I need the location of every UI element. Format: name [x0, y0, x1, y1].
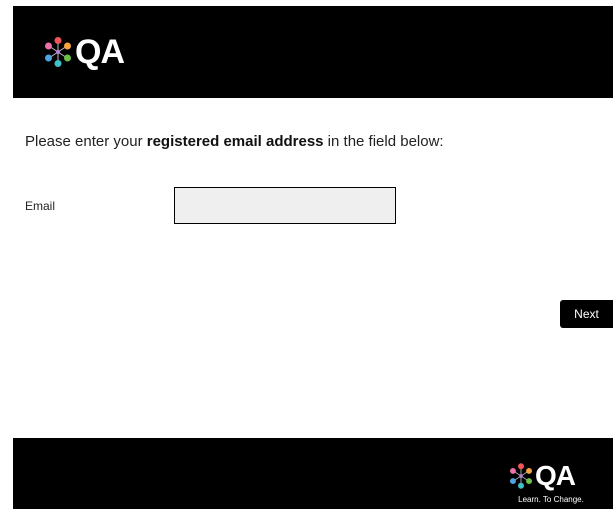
footer-bar: QA Learn. To Change.: [13, 438, 613, 509]
header-logo-text: QA: [75, 33, 125, 71]
header-bar: QA: [13, 6, 613, 98]
instruction-prefix: Please enter your: [25, 133, 147, 150]
email-label: Email: [25, 199, 56, 213]
email-field[interactable]: [174, 187, 396, 224]
qa-dots-logo-icon: [510, 463, 532, 489]
header-logo: QA: [45, 33, 125, 71]
footer-logo: QA: [510, 460, 576, 491]
instruction-text: Please enter your registered email addre…: [25, 133, 444, 150]
page: QA Please enter your registered email ad…: [0, 0, 613, 509]
footer-logo-text: QA: [535, 460, 576, 491]
footer-tagline: Learn. To Change.: [518, 495, 584, 504]
next-button[interactable]: Next: [560, 300, 613, 328]
instruction-emphasis: registered email address: [146, 133, 324, 150]
instruction-suffix: in the field below:: [323, 133, 444, 150]
qa-dots-logo-icon: [45, 37, 71, 67]
